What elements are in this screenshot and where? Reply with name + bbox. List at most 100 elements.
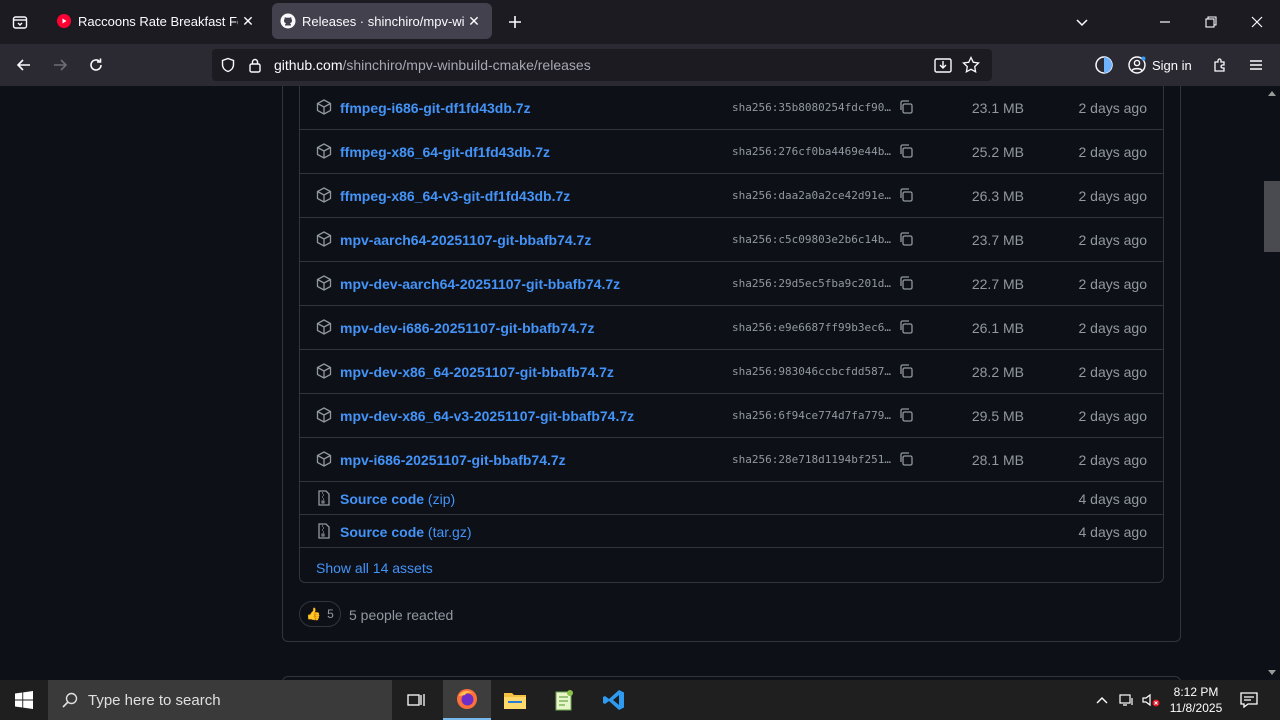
asset-download-link[interactable]: mpv-dev-i686-20251107-git-bbafb74.7z (340, 320, 594, 336)
asset-sha256: sha256:daa2a0a2ce42d91e… (732, 189, 891, 202)
asset-download-link[interactable]: ffmpeg-i686-git-df1fd43db.7z (340, 100, 531, 116)
tab-title: Raccoons Rate Breakfast Foods! (78, 13, 238, 29)
vscode-icon[interactable] (590, 680, 638, 720)
asset-sha256: sha256:276cf0ba4469e44b… (732, 145, 891, 158)
notifications-icon[interactable] (1234, 680, 1264, 720)
thumbs-up-icon: 👍 (306, 607, 322, 621)
asset-size: 23.7 MB (971, 232, 1024, 248)
page-scrollbar[interactable] (1264, 86, 1280, 680)
asset-size: 26.3 MB (971, 188, 1024, 204)
show-all-assets-link[interactable]: Show all 14 assets (316, 560, 433, 576)
asset-sha256: sha256:c5c09803e2b6c14b… (732, 233, 891, 246)
source-code-kind: (zip) (427, 491, 456, 507)
copy-icon[interactable] (898, 319, 914, 335)
url-text[interactable]: github.com/shinchiro/mpv-winbuild-cmake/… (274, 57, 591, 73)
asset-row: ffmpeg-x86_64-v3-git-df1fd43db.7z sha256:… (300, 174, 1163, 218)
asset-row: mpv-dev-x86_64-v3-20251107-git-bbafb74.7… (300, 394, 1163, 438)
reaction-button[interactable]: 👍 5 (299, 601, 341, 627)
url-path: /shinchiro/mpv-winbuild-cmake/releases (342, 57, 591, 73)
asset-download-link[interactable]: ffmpeg-x86_64-git-df1fd43db.7z (340, 144, 550, 160)
hamburger-menu-icon[interactable] (1242, 51, 1270, 79)
contrast-theme-icon[interactable] (1090, 51, 1118, 79)
close-window-icon[interactable] (1242, 8, 1272, 36)
tab-releases[interactable]: Releases · shinchiro/mpv-winbuild-cmake … (272, 3, 492, 39)
copy-icon[interactable] (898, 275, 914, 291)
scrollbar-thumb[interactable] (1264, 181, 1280, 252)
asset-row: ffmpeg-x86_64-git-df1fd43db.7z sha256:276… (300, 130, 1163, 174)
copy-icon[interactable] (898, 407, 914, 423)
asset-size: 25.2 MB (971, 144, 1024, 160)
copy-icon[interactable] (898, 231, 914, 247)
source-code-date: 4 days ago (1078, 524, 1148, 540)
close-tab-icon[interactable]: ✕ (238, 11, 258, 31)
forward-arrow-icon[interactable] (46, 51, 74, 79)
copy-icon[interactable] (898, 99, 914, 115)
asset-download-link[interactable]: mpv-dev-x86_64-v3-20251107-git-bbafb74.7… (340, 408, 634, 424)
copy-icon[interactable] (898, 143, 914, 159)
bookmark-star-icon[interactable] (962, 55, 980, 79)
copy-icon[interactable] (898, 363, 914, 379)
asset-row: ffmpeg-i686-git-df1fd43db.7z sha256:35b80… (300, 86, 1163, 130)
taskbar-clock[interactable]: 8:12 PM 11/8/2025 (1160, 684, 1232, 716)
asset-download-link[interactable]: ffmpeg-x86_64-v3-git-df1fd43db.7z (340, 188, 570, 204)
scroll-up-icon[interactable] (1268, 90, 1276, 96)
restore-icon[interactable] (1196, 8, 1226, 36)
extensions-puzzle-icon[interactable] (1206, 51, 1234, 79)
asset-row: mpv-dev-aarch64-20251107-git-bbafb74.7z s… (300, 262, 1163, 306)
sign-in-button[interactable]: Sign in (1128, 51, 1192, 79)
package-icon (316, 363, 332, 379)
windows-start-icon[interactable] (0, 680, 48, 720)
taskbar-search-box[interactable]: Type here to search (48, 680, 392, 720)
copy-icon[interactable] (898, 187, 914, 203)
lock-icon[interactable] (248, 57, 262, 78)
close-tab-icon[interactable]: ✕ (464, 11, 484, 31)
youtube-icon (56, 13, 72, 29)
notepad-plus-plus-icon[interactable] (540, 680, 588, 720)
asset-sha256: sha256:35b8080254fdcf90… (732, 101, 891, 114)
package-icon (316, 143, 332, 159)
address-bar[interactable]: github.com/shinchiro/mpv-winbuild-cmake/… (212, 49, 992, 81)
source-code-row: Source code (zip) 4 days ago (300, 482, 1163, 515)
firefox-taskbar-icon[interactable] (443, 680, 491, 720)
asset-sha256: sha256:e9e6687ff99b3ec6… (732, 321, 891, 334)
asset-row: mpv-dev-x86_64-20251107-git-bbafb74.7z sh… (300, 350, 1163, 394)
package-icon (316, 451, 332, 467)
asset-download-link[interactable]: mpv-dev-aarch64-20251107-git-bbafb74.7z (340, 276, 620, 292)
tab-youtube[interactable]: Raccoons Rate Breakfast Foods! ✕ (48, 3, 266, 39)
tab-overflow-chevron-icon[interactable] (1067, 8, 1097, 36)
package-icon (316, 187, 332, 203)
asset-date: 2 days ago (1078, 320, 1148, 336)
file-explorer-icon[interactable] (491, 680, 539, 720)
asset-date: 2 days ago (1078, 364, 1148, 380)
new-tab-icon[interactable] (503, 10, 527, 34)
task-view-icon[interactable] (392, 680, 440, 720)
asset-sha256: sha256:6f94ce774d7fa779… (732, 409, 891, 422)
install-app-icon[interactable] (934, 57, 952, 78)
shield-icon[interactable] (220, 57, 236, 78)
copy-icon[interactable] (898, 451, 914, 467)
account-icon (1128, 56, 1146, 74)
scroll-down-icon[interactable] (1268, 670, 1276, 676)
tray-overflow-chevron-icon[interactable] (1090, 680, 1114, 720)
asset-sha256: sha256:28e718d1194bf251… (732, 453, 891, 466)
asset-download-link[interactable]: mpv-aarch64-20251107-git-bbafb74.7z (340, 232, 591, 248)
tab-title: Releases · shinchiro/mpv-winbuild-cmake (302, 13, 464, 29)
package-icon (316, 231, 332, 247)
list-all-tabs-icon[interactable] (8, 10, 32, 34)
asset-download-link[interactable]: mpv-i686-20251107-git-bbafb74.7z (340, 452, 566, 468)
network-icon[interactable] (1115, 680, 1139, 720)
source-code-link[interactable]: Source code (zip) (340, 491, 455, 507)
asset-download-link[interactable]: mpv-dev-x86_64-20251107-git-bbafb74.7z (340, 364, 614, 380)
reload-icon[interactable] (82, 51, 110, 79)
asset-sha256: sha256:29d5ec5fba9c201d… (732, 277, 891, 290)
sign-in-label: Sign in (1152, 57, 1192, 73)
minimize-icon[interactable] (1150, 8, 1180, 36)
asset-size: 23.1 MB (971, 100, 1024, 116)
source-code-link[interactable]: Source code (tar.gz) (340, 524, 472, 540)
file-zip-icon (316, 523, 332, 539)
source-code-date: 4 days ago (1078, 491, 1148, 507)
source-code-label: Source code (340, 491, 425, 507)
back-arrow-icon[interactable] (10, 51, 38, 79)
asset-date: 2 days ago (1078, 408, 1148, 424)
navigation-toolbar: github.com/shinchiro/mpv-winbuild-cmake/… (0, 44, 1280, 86)
